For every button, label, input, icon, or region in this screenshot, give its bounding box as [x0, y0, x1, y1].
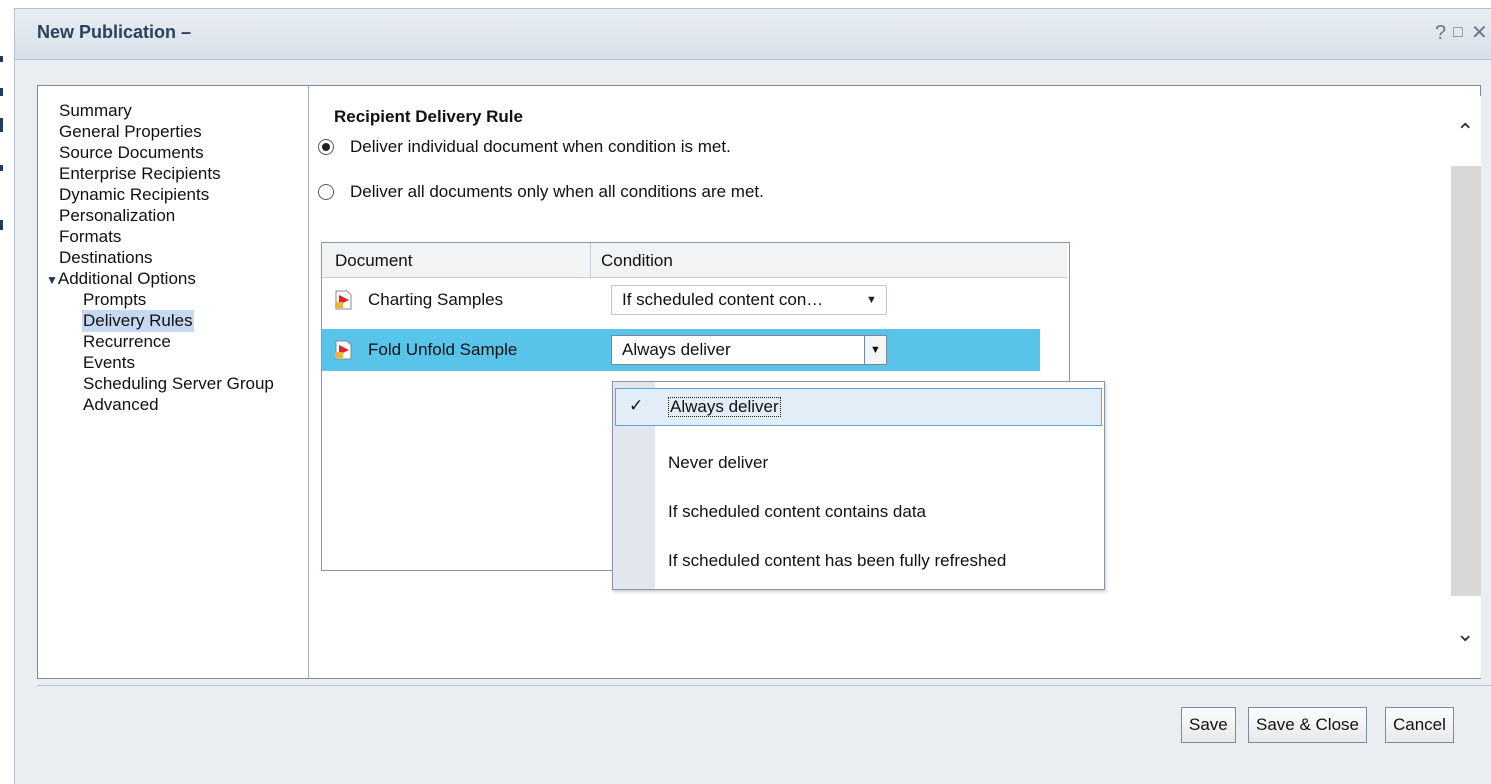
left-edge-mark: [0, 88, 3, 96]
document-name: Charting Samples: [368, 290, 504, 309]
column-header-document[interactable]: Document: [335, 251, 412, 271]
condition-select-value: Always deliver: [622, 340, 731, 359]
rule-option-individual[interactable]: Deliver individual document when conditi…: [318, 137, 731, 157]
condition-select-value: If scheduled content con…: [622, 290, 824, 309]
nav-item-scheduling-server-group[interactable]: Scheduling Server Group: [83, 373, 274, 395]
nav-item-source-documents[interactable]: Source Documents: [59, 142, 204, 164]
new-publication-dialog: New Publication – ? □ ✕ Summary General …: [14, 8, 1491, 784]
expand-arrow-icon[interactable]: ▼: [46, 273, 58, 287]
table-row[interactable]: Charting Samples If scheduled content co…: [322, 279, 1040, 321]
document-name: Fold Unfold Sample: [368, 340, 518, 359]
radio-unselected[interactable]: [318, 184, 334, 200]
report-document-icon: [335, 340, 352, 360]
menu-item-label: If scheduled content contains data: [668, 502, 927, 521]
nav-item-prompts[interactable]: Prompts: [83, 289, 146, 311]
save-button[interactable]: Save: [1181, 707, 1236, 743]
maximize-icon[interactable]: □: [1453, 21, 1463, 45]
scroll-thumb[interactable]: [1451, 166, 1481, 596]
menu-item-label: Always deliver: [668, 397, 781, 417]
scroll-down-icon[interactable]: ⌄: [1456, 623, 1474, 645]
help-icon[interactable]: ?: [1435, 21, 1446, 45]
nav-item-label: Additional Options: [57, 269, 196, 288]
condition-select[interactable]: If scheduled content con… ▼: [611, 285, 887, 315]
vertical-scrollbar[interactable]: ⌃ ⌄: [1451, 96, 1481, 678]
nav-item-dynamic-recipients[interactable]: Dynamic Recipients: [59, 184, 209, 206]
recipient-delivery-rule-heading: Recipient Delivery Rule: [334, 107, 523, 126]
menu-item-always-deliver[interactable]: ✓ Always deliver: [615, 388, 1102, 426]
left-edge-mark: [0, 165, 3, 171]
left-edge-mark: [0, 56, 3, 62]
condition-dropdown-menu: ✓ Always deliver Never deliver If schedu…: [612, 381, 1105, 590]
condition-select[interactable]: Always deliver ▼: [611, 335, 887, 365]
nav-item-recurrence[interactable]: Recurrence: [83, 331, 171, 353]
menu-item-contains-data[interactable]: If scheduled content contains data: [613, 493, 1104, 531]
report-document-icon: [335, 290, 352, 310]
nav-item-formats[interactable]: Formats: [59, 226, 121, 248]
nav-item-additional-options[interactable]: ▼Additional Options: [46, 268, 196, 291]
nav-panel: Summary General Properties Source Docume…: [38, 86, 309, 678]
table-row-selected[interactable]: Fold Unfold Sample Always deliver ▼: [322, 329, 1040, 371]
nav-item-personalization[interactable]: Personalization: [59, 205, 175, 227]
rule-option-all[interactable]: Deliver all documents only when all cond…: [318, 182, 764, 202]
dialog-title: New Publication –: [37, 22, 192, 42]
dialog-titlebar[interactable]: New Publication – ? □ ✕: [15, 9, 1491, 60]
rule-option-label: Deliver all documents only when all cond…: [350, 182, 764, 201]
save-and-close-button[interactable]: Save & Close: [1248, 707, 1367, 743]
nav-item-enterprise-recipients[interactable]: Enterprise Recipients: [59, 163, 221, 185]
dropdown-arrow-icon[interactable]: ▼: [864, 336, 886, 364]
column-divider[interactable]: [590, 243, 591, 277]
radio-selected[interactable]: [318, 139, 334, 155]
table-header: Document Condition: [322, 243, 1067, 278]
rule-option-label: Deliver individual document when conditi…: [350, 137, 731, 156]
cancel-button[interactable]: Cancel: [1385, 707, 1454, 743]
menu-item-label: If scheduled content has been fully refr…: [668, 551, 1007, 570]
nav-item-advanced[interactable]: Advanced: [83, 394, 159, 416]
checkmark-icon: ✓: [629, 396, 644, 415]
left-edge-mark: [0, 118, 3, 132]
footer-divider: [37, 685, 1491, 686]
nav-item-delivery-rules[interactable]: Delivery Rules: [82, 310, 194, 332]
scroll-up-icon[interactable]: ⌃: [1456, 121, 1474, 143]
nav-item-summary[interactable]: Summary: [59, 100, 132, 122]
close-icon[interactable]: ✕: [1471, 21, 1488, 45]
menu-item-never-deliver[interactable]: Never deliver: [613, 444, 1104, 482]
menu-item-fully-refreshed[interactable]: If scheduled content has been fully refr…: [613, 542, 1104, 580]
nav-item-events[interactable]: Events: [83, 352, 135, 374]
nav-item-general-properties[interactable]: General Properties: [59, 121, 202, 143]
column-header-condition[interactable]: Condition: [601, 251, 673, 271]
menu-item-label: Never deliver: [668, 453, 769, 472]
left-edge-mark: [0, 220, 3, 230]
dropdown-arrow-icon[interactable]: ▼: [866, 286, 877, 314]
nav-item-destinations[interactable]: Destinations: [59, 247, 153, 269]
